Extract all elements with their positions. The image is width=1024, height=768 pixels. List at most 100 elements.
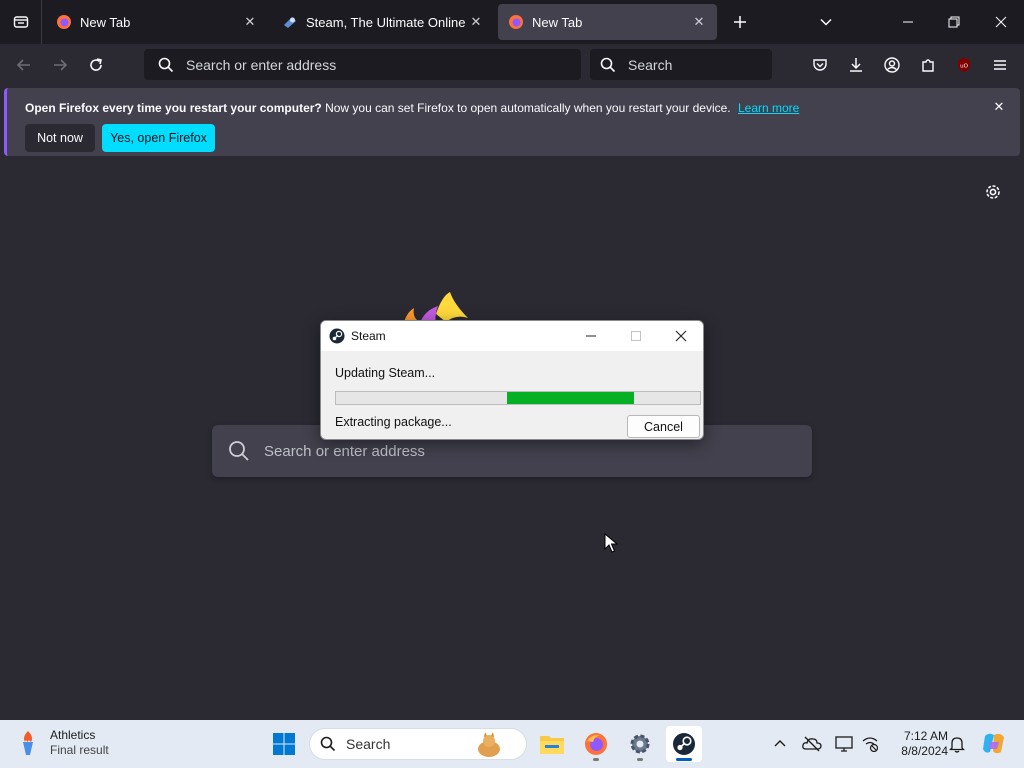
ublock-origin-button[interactable]: uO [950, 51, 978, 79]
start-button[interactable] [266, 726, 302, 762]
tab-steam[interactable]: Steam, The Ultimate Online Game Platform… [272, 4, 494, 40]
home-search-placeholder: Search or enter address [264, 442, 425, 460]
copilot-button[interactable] [980, 732, 1008, 756]
tab-strip: New Tab ✕ Steam, The Ultimate Online Gam… [0, 0, 1024, 44]
downloads-button[interactable] [842, 51, 870, 79]
back-arrow-icon [16, 59, 30, 71]
maximize-icon [631, 331, 641, 341]
new-tab-button[interactable] [726, 8, 754, 36]
hamburger-menu-icon [994, 60, 1006, 70]
plus-icon [734, 16, 746, 28]
puzzle-piece-icon [922, 59, 934, 72]
taskbar-steam[interactable] [666, 726, 702, 762]
network-tray-icon[interactable] [858, 732, 882, 756]
extensions-button[interactable] [914, 51, 942, 79]
yes-open-firefox-button[interactable]: Yes, open Firefox [102, 124, 215, 152]
firefox-view-button[interactable] [0, 0, 42, 44]
athletics-torch-icon [23, 731, 33, 755]
running-indicator [637, 758, 643, 761]
forward-button[interactable] [46, 51, 74, 79]
dialog-message: Updating Steam... [335, 366, 436, 380]
close-tab-icon[interactable]: ✕ [691, 14, 707, 30]
chevron-down-icon [820, 18, 832, 26]
restore-window-button[interactable] [940, 8, 968, 36]
pocket-icon [813, 59, 827, 71]
account-icon [884, 57, 900, 73]
monitor-icon [835, 736, 853, 752]
close-icon [995, 16, 1007, 28]
notifications-button[interactable] [945, 732, 969, 756]
tab-new-tab-1[interactable]: New Tab ✕ [46, 4, 268, 40]
dialog-status: Extracting package... [335, 415, 452, 429]
notification-body-text: Now you can set Firefox to open automati… [325, 101, 731, 115]
app-menu-button[interactable] [986, 51, 1014, 79]
steam-icon [673, 733, 695, 755]
steam-icon [329, 328, 345, 344]
address-bar[interactable]: Search or enter address [144, 49, 581, 80]
display-tray-icon[interactable] [832, 732, 856, 756]
clock-time: 7:12 AM [903, 729, 948, 743]
weather-subtitle: Final result [50, 743, 109, 757]
search-icon [229, 441, 249, 461]
onedrive-tray-icon[interactable] [800, 732, 824, 756]
notification-bold-text: Open Firefox every time you restart your… [25, 101, 322, 115]
cancel-button[interactable]: Cancel [627, 415, 700, 438]
search-bar-placeholder: Search [628, 56, 673, 73]
minimize-window-button[interactable] [894, 8, 922, 36]
dialog-maximize-button [613, 321, 659, 351]
close-notification-icon[interactable]: ✕ [990, 98, 1008, 116]
progress-fill [507, 392, 635, 404]
reload-button[interactable] [82, 51, 110, 79]
search-icon [320, 736, 336, 752]
gear-icon[interactable] [982, 181, 1004, 203]
dialog-minimize-button[interactable] [568, 321, 614, 351]
gear-icon [630, 734, 650, 754]
tab-new-tab-active[interactable]: New Tab ✕ [498, 4, 717, 40]
reload-icon [90, 58, 102, 71]
running-indicator [593, 758, 599, 761]
close-tab-icon[interactable]: ✕ [468, 14, 484, 30]
firefox-icon [585, 733, 607, 755]
taskbar-search-box[interactable]: Search [309, 728, 527, 760]
dialog-titlebar[interactable]: Steam [321, 321, 703, 351]
weather-title: Athletics [50, 728, 96, 742]
download-icon [850, 58, 862, 72]
close-window-button[interactable] [987, 8, 1015, 36]
firefox-icon [509, 15, 523, 29]
dialog-close-button[interactable] [658, 321, 703, 351]
taskbar-file-explorer[interactable] [534, 726, 570, 762]
search-icon [600, 57, 616, 72]
svg-text:uO: uO [960, 64, 968, 70]
search-bar[interactable]: Search [590, 49, 772, 80]
windows-logo-icon [273, 733, 295, 755]
taskbar-settings[interactable] [622, 726, 658, 762]
close-tab-icon[interactable]: ✕ [242, 14, 258, 30]
pocket-button[interactable] [806, 51, 834, 79]
default-browser-notification: Open Firefox every time you restart your… [4, 88, 1020, 156]
folder-icon [540, 736, 564, 754]
tab-title: New Tab [80, 14, 131, 30]
notification-message: Open Firefox every time you restart your… [25, 101, 799, 115]
steam-update-dialog: Steam Updating Steam... Extracting packa… [320, 320, 704, 440]
address-bar-placeholder: Search or enter address [186, 56, 337, 73]
system-clock[interactable]: 7:12 AM 8/8/2024 [884, 729, 948, 759]
bell-icon [949, 737, 965, 753]
copilot-icon [983, 733, 1004, 754]
learn-more-link[interactable]: Learn more [738, 101, 799, 115]
not-now-button[interactable]: Not now [25, 124, 95, 152]
back-button[interactable] [10, 51, 38, 79]
mouse-cursor-icon [604, 533, 618, 553]
firefox-icon [57, 15, 71, 29]
windows-taskbar: Athletics Final result Search 7:12 AM 8/… [0, 720, 1024, 768]
weather-widget[interactable]: Athletics Final result [16, 728, 109, 758]
account-button[interactable] [878, 51, 906, 79]
list-all-tabs-button[interactable] [812, 8, 840, 36]
search-icon [158, 57, 174, 72]
minimize-icon [903, 21, 913, 23]
forward-arrow-icon [54, 59, 68, 71]
taskbar-firefox[interactable] [578, 726, 614, 762]
show-hidden-icons-button[interactable] [768, 732, 792, 756]
clock-date: 8/8/2024 [901, 744, 948, 758]
tab-title: New Tab [532, 14, 583, 30]
cloud-off-icon [802, 736, 822, 752]
